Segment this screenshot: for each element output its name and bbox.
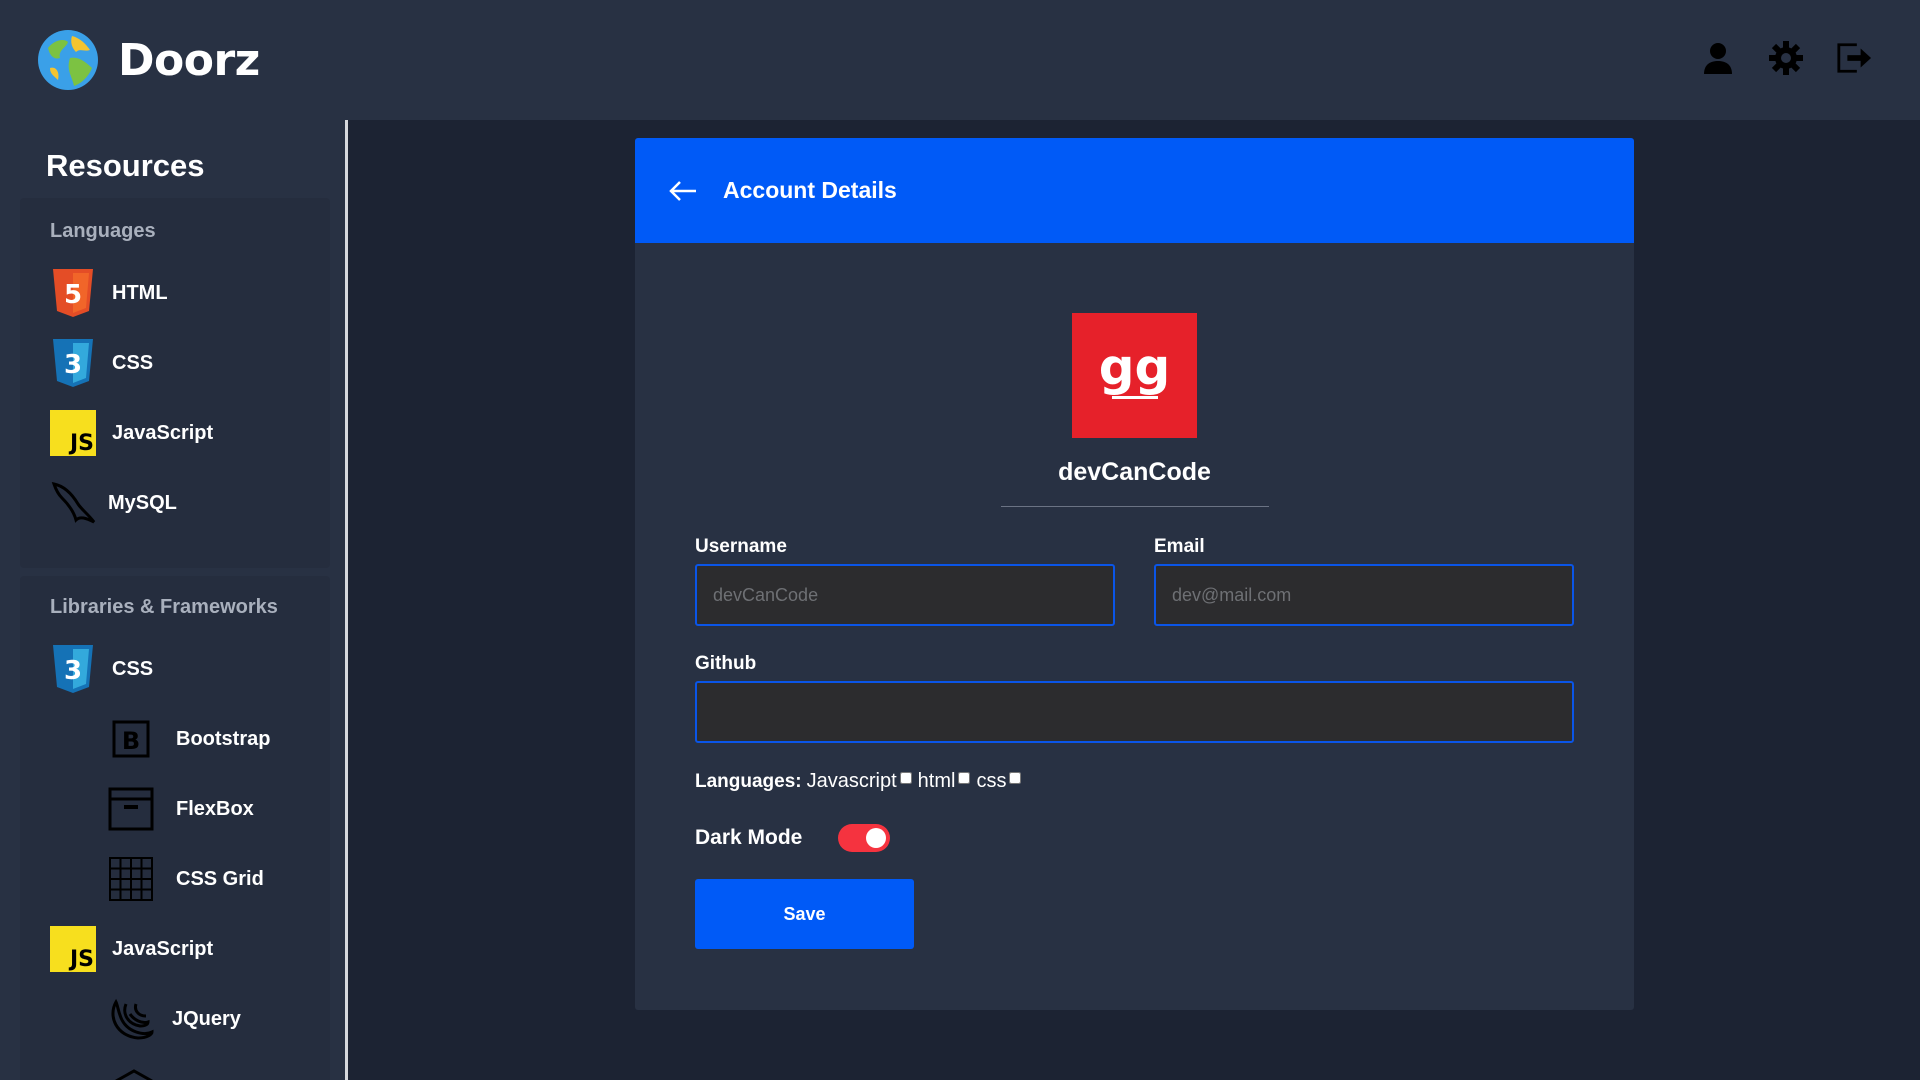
flexbox-icon (108, 786, 154, 832)
sidebar-item-label: FlexBox (176, 797, 254, 820)
account-details-card: Account Details gg devCanCode Username E… (635, 138, 1634, 1010)
sidebar-item-javascript-lib[interactable]: JS JavaScript (50, 926, 213, 972)
language-option-css[interactable]: css (976, 770, 1022, 793)
app-name: Doorz (118, 34, 260, 86)
email-label: Email (1154, 536, 1205, 557)
javascript-checkbox[interactable] (899, 771, 912, 784)
sidebar-item-label: JavaScript (112, 421, 214, 444)
logout-icon[interactable] (1836, 40, 1872, 76)
divider (1001, 506, 1269, 507)
sidebar-item-label: JQuery (172, 1007, 241, 1030)
sidebar-item-label: HTML (112, 281, 168, 304)
sidebar-item-html[interactable]: 5 HTML (50, 269, 168, 317)
sidebar: Resources Languages 5 HTML 3 CSS JS Java… (0, 120, 348, 1080)
email-input[interactable] (1154, 564, 1574, 626)
html-checkbox[interactable] (958, 771, 971, 784)
dark-mode-row: Dark Mode (695, 824, 891, 852)
language-option-label: Javascript (806, 770, 897, 792)
language-option-javascript[interactable]: Javascript (807, 770, 912, 793)
css-checkbox[interactable] (1009, 771, 1022, 784)
sidebar-item-jquery[interactable]: JQuery (108, 996, 241, 1042)
toggle-knob (866, 828, 887, 848)
svg-text:3: 3 (64, 350, 82, 380)
top-bar: Doorz (0, 0, 1920, 120)
avatar-underline (1111, 396, 1158, 399)
javascript-icon: JS (50, 926, 96, 972)
svg-text:5: 5 (64, 280, 82, 310)
github-input[interactable] (695, 681, 1574, 743)
save-button[interactable]: Save (695, 879, 914, 949)
sidebar-item-css-lib[interactable]: 3 CSS (50, 645, 154, 693)
username-label: Username (695, 536, 787, 557)
svg-text:3: 3 (64, 656, 82, 686)
card-header: Account Details (635, 138, 1634, 243)
profile-name: devCanCode (1058, 458, 1211, 486)
dark-mode-label: Dark Mode (695, 826, 803, 849)
app-logo[interactable]: Doorz (36, 28, 260, 92)
svg-text:B: B (122, 727, 140, 755)
svg-text:JS: JS (68, 947, 94, 972)
username-input[interactable] (695, 564, 1115, 626)
user-icon[interactable] (1700, 40, 1736, 76)
sidebar-item-label: MySQL (108, 491, 177, 514)
language-option-label: html (917, 770, 956, 792)
sidebar-item-css[interactable]: 3 CSS (50, 339, 154, 387)
globe-icon (38, 30, 98, 90)
page-title: Account Details (723, 177, 897, 203)
jquery-icon (108, 996, 154, 1042)
bootstrap-icon: B (108, 716, 154, 762)
frameworks-heading: Libraries & Frameworks (50, 596, 278, 618)
languages-heading: Languages (50, 220, 156, 242)
svg-text:JS: JS (68, 431, 94, 456)
sidebar-item-javascript[interactable]: JS JavaScript (50, 410, 213, 456)
html5-icon: 5 (50, 269, 96, 317)
dark-mode-toggle[interactable] (838, 824, 891, 852)
grid-icon (108, 856, 154, 902)
back-arrow-icon[interactable] (665, 173, 701, 209)
sidebar-title: Resources (46, 148, 205, 183)
sidebar-item-label: JavaScript (112, 937, 214, 960)
avatar[interactable]: gg (1072, 313, 1197, 438)
css3-icon: 3 (50, 645, 96, 693)
mysql-dolphin-icon (50, 480, 96, 526)
language-option-html[interactable]: html (918, 770, 971, 793)
sidebar-item-label: CSS (112, 351, 154, 374)
sidebar-item-bootstrap[interactable]: B Bootstrap (108, 716, 270, 762)
sidebar-item-label: CSS (112, 657, 154, 680)
javascript-icon: JS (50, 410, 96, 456)
github-label: Github (695, 653, 757, 674)
avatar-initials: gg (1098, 338, 1171, 396)
gear-icon[interactable] (1768, 40, 1804, 76)
sidebar-item-label: Bootstrap (176, 727, 271, 750)
languages-row: Languages: Javascript html css (695, 770, 1027, 793)
languages-label: Languages: (695, 770, 802, 792)
partial-icon (112, 1068, 156, 1080)
sidebar-item-css-grid[interactable]: CSS Grid (108, 856, 264, 902)
sidebar-item-mysql[interactable]: MySQL (50, 480, 177, 526)
language-option-label: css (976, 770, 1007, 792)
sidebar-item-flexbox[interactable]: FlexBox (108, 786, 254, 832)
sidebar-item-label: CSS Grid (176, 867, 264, 890)
css3-icon: 3 (50, 339, 96, 387)
